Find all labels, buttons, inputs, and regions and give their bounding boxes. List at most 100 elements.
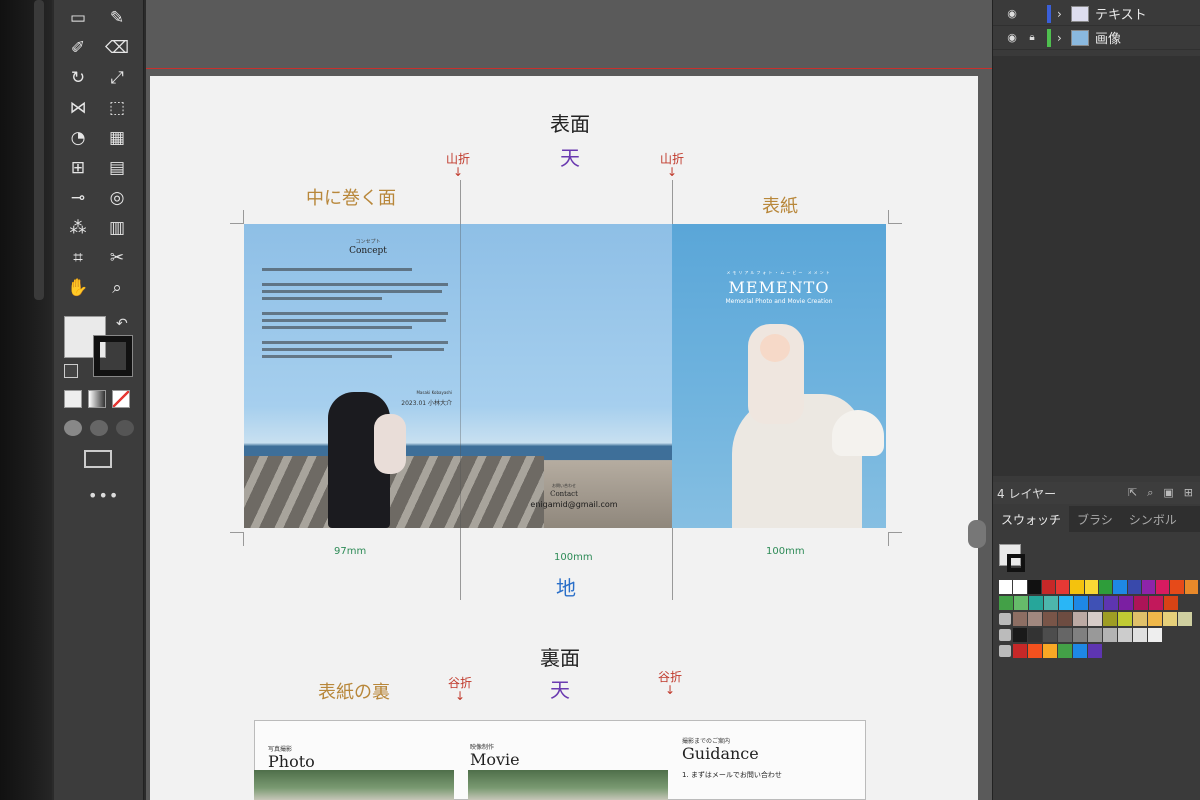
color-swatch[interactable]	[1148, 628, 1162, 642]
color-swatch[interactable]	[1163, 612, 1177, 626]
color-swatch[interactable]	[1178, 612, 1192, 626]
color-swatch[interactable]	[1073, 628, 1087, 642]
inner-spread-photo[interactable]: コンセプト Concept Masaki Kobayashi 2023.01 小…	[244, 224, 674, 528]
cover-photo[interactable]: メモリアルフォト・ムービー メメント MEMENTO Memorial Phot…	[672, 224, 886, 528]
color-swatch[interactable]	[1044, 596, 1058, 610]
color-swatch[interactable]	[1103, 612, 1117, 626]
shaper-tool-icon[interactable]: ✐	[62, 36, 94, 60]
more-tools-icon[interactable]: •••	[88, 486, 119, 505]
canvas-scrollbar[interactable]	[968, 520, 986, 548]
search-icon[interactable]: ⌕	[1147, 486, 1153, 500]
color-swatch[interactable]	[1043, 612, 1057, 626]
artboard-tool-icon[interactable]: ⌗	[62, 246, 94, 270]
color-swatch[interactable]	[1088, 612, 1102, 626]
color-swatch[interactable]	[1149, 596, 1163, 610]
color-swatch[interactable]	[1074, 596, 1088, 610]
color-swatch[interactable]	[1043, 644, 1057, 658]
export-icon[interactable]: ⇱	[1128, 486, 1137, 500]
rotate-tool-icon[interactable]: ↻	[62, 66, 94, 90]
draw-normal-icon[interactable]	[64, 420, 82, 436]
eraser-tool-icon[interactable]: ⌫	[101, 36, 133, 60]
color-swatch[interactable]	[1056, 580, 1070, 594]
color-swatch[interactable]	[1058, 644, 1072, 658]
color-swatch[interactable]	[1058, 612, 1072, 626]
color-swatch[interactable]	[1141, 580, 1156, 594]
color-swatch[interactable]	[1127, 580, 1141, 594]
color-swatch[interactable]	[1041, 580, 1056, 594]
active-stroke-swatch[interactable]	[1007, 554, 1025, 572]
slice-tool-icon[interactable]: ✂	[101, 246, 133, 270]
document-canvas[interactable]: 表面 天 山折 ↓ 山折 ↓ 中に巻く面 表紙 コンセプト Concept Ma…	[146, 0, 992, 800]
color-swatch[interactable]	[1134, 596, 1148, 610]
color-swatch[interactable]	[1104, 596, 1118, 610]
scale-tool-icon[interactable]: ⤢	[101, 66, 133, 90]
tab-symbols[interactable]: シンボル	[1121, 506, 1185, 532]
color-swatch[interactable]	[1029, 596, 1043, 610]
swatch-group-folder-icon[interactable]	[999, 613, 1011, 625]
draw-behind-icon[interactable]	[90, 420, 108, 436]
hand-tool-icon[interactable]: ✋	[62, 276, 94, 300]
artboard[interactable]: 表面 天 山折 ↓ 山折 ↓ 中に巻く面 表紙 コンセプト Concept Ma…	[150, 76, 978, 800]
swatch-group-folder-icon[interactable]	[999, 645, 1011, 657]
visibility-eye-icon[interactable]: ◉	[1001, 7, 1023, 20]
gradient-tool-icon[interactable]: ▤	[101, 156, 133, 180]
stroke-swatch[interactable]	[93, 335, 133, 377]
draw-inside-icon[interactable]	[116, 420, 134, 436]
color-swatch[interactable]	[1156, 580, 1170, 594]
color-swatch[interactable]	[1119, 596, 1133, 610]
color-swatch[interactable]	[1028, 612, 1042, 626]
color-mode-button[interactable]	[64, 390, 82, 408]
color-swatch[interactable]	[1073, 644, 1087, 658]
color-swatch[interactable]	[1014, 596, 1028, 610]
tab-brushes[interactable]: ブラシ	[1069, 506, 1121, 532]
layer-row-text[interactable]: ◉ › テキスト	[993, 2, 1200, 26]
color-swatch[interactable]	[1133, 628, 1147, 642]
color-swatch[interactable]	[1013, 612, 1027, 626]
color-swatch[interactable]	[1027, 580, 1041, 594]
shape-builder-tool-icon[interactable]: ◔	[62, 126, 94, 150]
color-swatch[interactable]	[1148, 612, 1162, 626]
chevron-right-icon[interactable]: ›	[1057, 31, 1071, 45]
color-swatch[interactable]	[1013, 644, 1027, 658]
color-swatch[interactable]	[1089, 596, 1103, 610]
color-swatch[interactable]	[1028, 644, 1042, 658]
color-swatch[interactable]	[1058, 628, 1072, 642]
color-swatch[interactable]	[1184, 580, 1198, 594]
tab-swatches[interactable]: スウォッチ	[993, 506, 1070, 532]
color-swatch[interactable]	[1170, 580, 1184, 594]
color-swatch[interactable]	[1118, 628, 1132, 642]
swap-fill-stroke-icon[interactable]: ↶	[116, 316, 128, 332]
mesh-tool-icon[interactable]: ⊞	[62, 156, 94, 180]
none-mode-button[interactable]	[112, 390, 130, 408]
chevron-right-icon[interactable]: ›	[1057, 7, 1071, 21]
zoom-tool-icon[interactable]: ⌕	[101, 276, 133, 300]
color-swatch[interactable]	[1059, 596, 1073, 610]
blend-tool-icon[interactable]: ◎	[101, 186, 133, 210]
layer-row-image[interactable]: ◉ 🔒︎ › 画像	[993, 26, 1200, 50]
color-swatch[interactable]	[999, 580, 1013, 594]
width-tool-icon[interactable]: ⋈	[62, 96, 94, 120]
symbol-sprayer-tool-icon[interactable]: ⁂	[62, 216, 94, 240]
color-swatch[interactable]	[999, 596, 1013, 610]
color-swatch[interactable]	[1028, 628, 1042, 642]
perspective-grid-tool-icon[interactable]: ▦	[101, 126, 133, 150]
paintbrush-tool-icon[interactable]: ✎	[101, 6, 133, 30]
color-swatch[interactable]	[1070, 580, 1084, 594]
color-swatch[interactable]	[1098, 580, 1113, 594]
color-swatch[interactable]	[1113, 580, 1127, 594]
screen-mode-icon[interactable]	[84, 450, 112, 468]
column-graph-tool-icon[interactable]: ▥	[101, 216, 133, 240]
color-swatch[interactable]	[1073, 612, 1087, 626]
swatch-group-folder-icon[interactable]	[999, 629, 1011, 641]
color-swatch[interactable]	[1118, 612, 1132, 626]
visibility-eye-icon[interactable]: ◉	[1001, 31, 1023, 44]
color-swatch[interactable]	[1088, 644, 1102, 658]
color-swatch[interactable]	[1013, 580, 1027, 594]
lock-icon[interactable]: 🔒︎	[1023, 32, 1041, 43]
new-layer-icon[interactable]: ⊞	[1184, 486, 1193, 500]
color-swatch[interactable]	[1088, 628, 1102, 642]
rectangle-tool-icon[interactable]: ▭	[62, 6, 94, 30]
color-swatch[interactable]	[1133, 612, 1147, 626]
eyedropper-tool-icon[interactable]: ⊸	[62, 186, 94, 210]
color-swatch[interactable]	[1043, 628, 1057, 642]
